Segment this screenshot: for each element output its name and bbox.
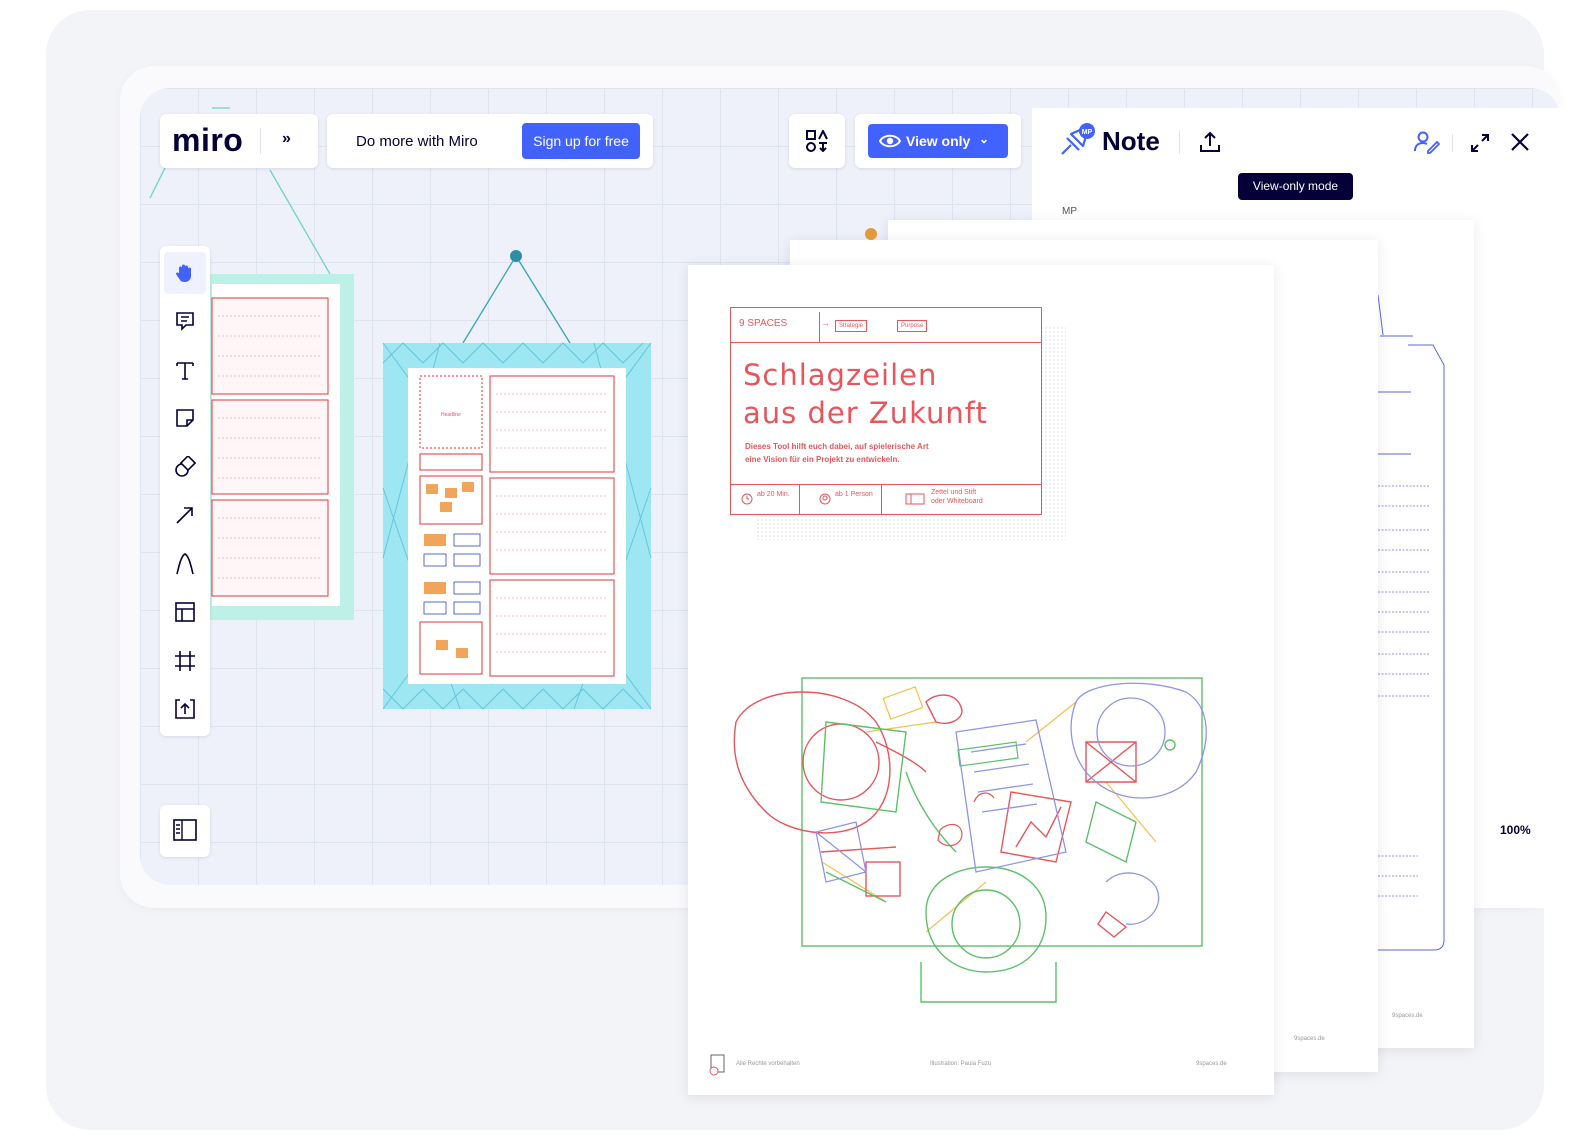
divider — [881, 484, 882, 514]
sidebar-toggle-button[interactable] — [160, 805, 210, 857]
workshop-illustration — [733, 677, 1207, 1003]
frame-icon — [175, 651, 195, 671]
page-2-footer-site: 9spaces.de — [1294, 1036, 1325, 1042]
sticky-note-tool-button[interactable] — [164, 397, 206, 439]
description-line-1: Dieses Tool hilft euch dabei, auf spiele… — [745, 442, 929, 451]
card-divider — [731, 342, 1041, 343]
page-3-footer-site: 9spaces.de — [1392, 1013, 1423, 1019]
text-icon — [176, 362, 194, 380]
meta-material-line-1: Zettel und Stift — [931, 489, 977, 496]
view-mode-panel: View only ⌄ — [855, 114, 1021, 168]
title-line-2: aus der Zukunft — [743, 396, 988, 430]
divider — [819, 312, 820, 342]
chevron-down-icon[interactable]: » — [282, 130, 291, 148]
status-dot — [865, 228, 877, 240]
divider — [799, 484, 800, 514]
view-only-label: View only — [906, 133, 971, 149]
arrow-right-icon: → — [821, 318, 830, 328]
notepad-icon — [905, 493, 925, 505]
templates-tool-button[interactable] — [164, 591, 206, 633]
promo-text: Do more with Miro — [356, 133, 478, 150]
promo-panel: Do more with Miro Sign up for free — [327, 114, 653, 168]
hand-icon — [176, 264, 191, 282]
pen-icon — [176, 553, 194, 575]
miro-logo[interactable]: miro — [172, 122, 243, 159]
logo-panel: miro » — [160, 114, 318, 168]
title-line-1: Schlagzeilen — [743, 358, 938, 392]
meta-time: ab 20 Min. — [757, 491, 790, 498]
frame-tool-button[interactable] — [164, 640, 206, 682]
note-title: Note — [1102, 126, 1160, 156]
sticky-note-icon — [176, 409, 194, 427]
close-icon[interactable] — [1510, 132, 1530, 152]
arrow-icon — [176, 507, 193, 524]
divider — [1452, 134, 1453, 152]
brand-label: 9 SPACES — [739, 318, 788, 329]
document-title-card: 9 SPACES → Strategie Purpose Schlagzeile… — [730, 307, 1042, 515]
view-only-button[interactable]: View only ⌄ — [868, 124, 1008, 158]
author-initials: MP — [1062, 206, 1077, 217]
frame-label: Headline — [441, 412, 461, 418]
shapes-library-button[interactable] — [789, 114, 845, 168]
footer-illustration: Illustration: Paula Fuzu — [930, 1061, 992, 1067]
expand-icon[interactable] — [1469, 132, 1491, 154]
divider — [1179, 130, 1180, 154]
shapes-tool-button[interactable] — [164, 446, 206, 488]
avatar-initials: MP — [1082, 129, 1093, 136]
zoom-level: 100% — [1500, 823, 1531, 837]
pen-tool-button[interactable] — [164, 543, 206, 585]
card-divider — [731, 484, 1041, 485]
eye-icon — [879, 134, 901, 148]
shapes-icon — [175, 456, 196, 477]
upload-icon — [175, 699, 195, 719]
document-description: Dieses Tool hilft euch dabei, auf spiele… — [745, 440, 929, 466]
shapes-sort-icon — [806, 130, 828, 152]
clock-icon — [741, 493, 753, 505]
templates-icon — [175, 602, 195, 622]
note-header: MP Note — [1032, 108, 1572, 174]
pin-avatar-icon: MP — [1061, 123, 1095, 155]
view-only-mode-icon[interactable] — [1414, 130, 1440, 154]
comment-icon — [176, 312, 194, 331]
text-tool-button[interactable] — [164, 349, 206, 391]
meta-material-line-2: oder Whiteboard — [931, 498, 983, 505]
meta-people: ab 1 Person — [835, 491, 873, 498]
upload-tool-button[interactable] — [164, 688, 206, 730]
tools-toolbar — [160, 246, 210, 736]
tag-purpose: Purpose — [897, 320, 928, 332]
comment-tool-button[interactable] — [164, 300, 206, 342]
footer-site: 9spaces.de — [1196, 1061, 1227, 1067]
document-title: Schlagzeilen aus der Zukunft — [743, 356, 988, 432]
signup-button[interactable]: Sign up for free — [522, 123, 640, 159]
description-line-2: eine Vision für ein Projekt zu entwickel… — [745, 455, 900, 464]
license-icon — [709, 1054, 725, 1076]
view-only-tooltip: View-only mode — [1238, 173, 1353, 200]
footer-rights: Alle Rechte vorbehalten — [736, 1061, 800, 1067]
sidebar-icon — [173, 819, 197, 841]
hand-tool-button[interactable] — [164, 252, 206, 294]
chevron-down-icon: ⌄ — [979, 132, 990, 146]
connector-tool-button[interactable] — [164, 494, 206, 536]
divider — [260, 128, 261, 154]
meta-material: Zettel und Stift oder Whiteboard — [931, 488, 983, 506]
people-icon — [819, 493, 831, 505]
tag-strategie: Strategie — [835, 320, 868, 332]
export-icon[interactable] — [1199, 130, 1221, 154]
